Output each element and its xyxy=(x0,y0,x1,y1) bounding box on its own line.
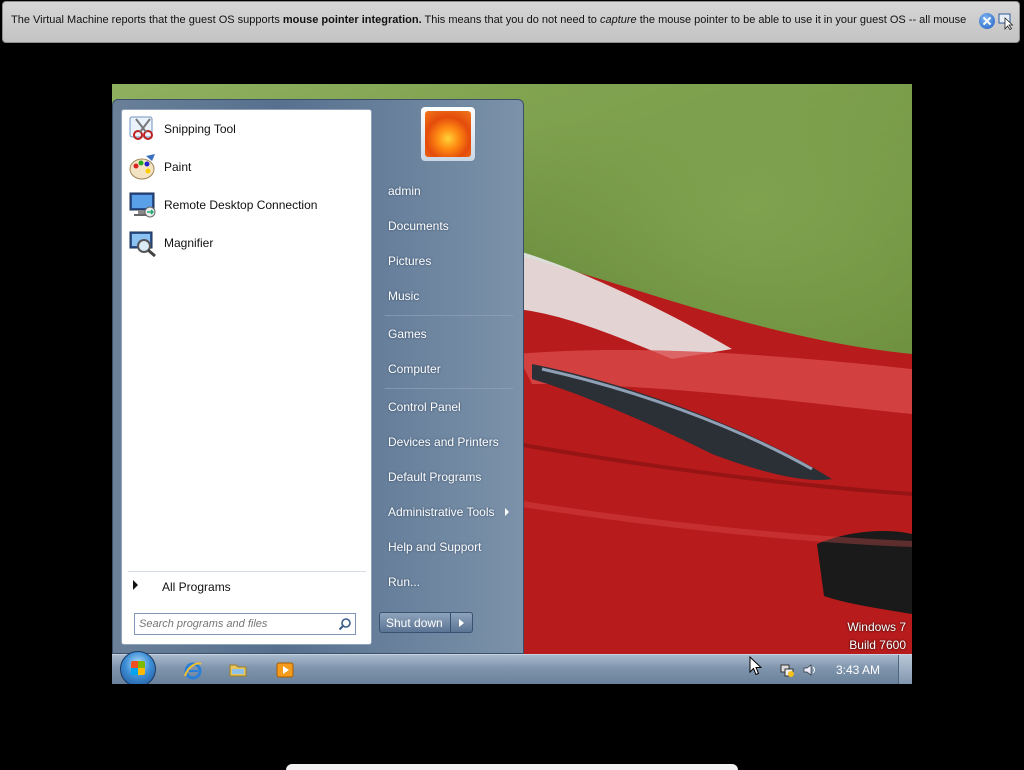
program-snipping-tool[interactable]: Snipping Tool xyxy=(126,112,366,146)
vm-notification-bar: The Virtual Machine reports that the gue… xyxy=(2,1,1020,43)
start-button[interactable] xyxy=(120,651,156,684)
menu-item-control-panel[interactable]: Control Panel xyxy=(381,394,511,420)
guest-desktop: Windows 7 Build 7600 Snipping Tool Paint… xyxy=(112,84,912,684)
shutdown-label: Shut down xyxy=(386,616,443,630)
all-programs-button[interactable]: All Programs xyxy=(128,576,366,598)
scroll-edge xyxy=(286,764,738,770)
menu-item-label: Documents xyxy=(388,219,449,233)
network-icon[interactable] xyxy=(779,662,795,678)
taskbar-clock[interactable]: 3:43 AM xyxy=(836,663,880,677)
separator xyxy=(128,571,366,572)
folder-icon[interactable] xyxy=(228,660,248,680)
menu-item-label: Default Programs xyxy=(388,470,482,484)
search-box[interactable] xyxy=(134,613,356,635)
program-label: Paint xyxy=(164,160,192,174)
mouse-cursor-icon xyxy=(749,656,763,676)
flower-avatar-icon xyxy=(425,111,471,157)
menu-item-default-programs[interactable]: Default Programs xyxy=(381,464,511,490)
search-icon[interactable] xyxy=(338,617,352,631)
menu-item-devices-printers[interactable]: Devices and Printers xyxy=(381,429,511,455)
all-programs-label: All Programs xyxy=(162,580,231,594)
scissors-icon xyxy=(129,116,153,140)
close-icon[interactable] xyxy=(979,13,995,29)
vm-text-part: The Virtual Machine reports that the gue… xyxy=(11,14,283,26)
start-menu: Snipping Tool Paint Remote Desktop Conne… xyxy=(112,99,524,654)
program-label: Magnifier xyxy=(164,236,214,250)
search-input[interactable] xyxy=(139,616,329,632)
menu-item-label: Run... xyxy=(388,575,421,589)
shutdown-options-button[interactable] xyxy=(451,612,473,633)
magnifier-icon xyxy=(129,231,156,258)
windows-version-watermark: Windows 7 xyxy=(847,620,906,634)
menu-item-label: admin xyxy=(388,184,421,198)
mouse-integration-icon[interactable] xyxy=(998,12,1014,30)
menu-item-label: Pictures xyxy=(388,254,432,268)
windows-build-watermark: Build 7600 xyxy=(849,638,906,652)
volume-icon[interactable] xyxy=(802,662,818,678)
menu-item-label: Devices and Printers xyxy=(388,435,499,449)
menu-item-label: Music xyxy=(388,289,420,303)
menu-item-label: Control Panel xyxy=(388,400,461,414)
program-remote-desktop[interactable]: Remote Desktop Connection xyxy=(126,188,366,222)
shutdown-button[interactable]: Shut down xyxy=(379,612,451,633)
vm-text-part: This means that you do not need to xyxy=(421,14,600,26)
start-menu-programs-pane: Snipping Tool Paint Remote Desktop Conne… xyxy=(121,109,372,645)
menu-item-label: Games xyxy=(388,327,427,341)
user-picture[interactable] xyxy=(420,106,476,162)
menu-item-run[interactable]: Run... xyxy=(381,569,511,595)
menu-item-help-support[interactable]: Help and Support xyxy=(381,534,511,560)
menu-item-label: Help and Support xyxy=(388,540,482,554)
vm-text-part: the mouse pointer to be able to use it i… xyxy=(636,14,967,26)
separator xyxy=(385,315,513,316)
menu-item-pictures[interactable]: Pictures xyxy=(381,248,511,274)
program-paint[interactable]: Paint xyxy=(126,150,366,184)
monitor-icon xyxy=(129,192,156,218)
media-player-icon[interactable] xyxy=(275,660,295,680)
arrow-right-icon xyxy=(133,580,138,590)
internet-explorer-icon[interactable] xyxy=(183,660,203,680)
show-desktop-button[interactable] xyxy=(898,655,912,684)
menu-item-documents[interactable]: Documents xyxy=(381,213,511,239)
vm-text-italic: capture xyxy=(599,14,637,26)
separator xyxy=(385,388,513,389)
menu-item-label: Computer xyxy=(388,362,441,376)
taskbar: 3:43 AM xyxy=(112,651,912,684)
menu-item-games[interactable]: Games xyxy=(381,321,511,347)
submenu-arrow-icon xyxy=(505,508,509,516)
menu-item-administrative-tools[interactable]: Administrative Tools xyxy=(381,499,511,525)
program-magnifier[interactable]: Magnifier xyxy=(126,226,366,260)
vm-notification-text: The Virtual Machine reports that the gue… xyxy=(11,14,971,26)
menu-item-computer[interactable]: Computer xyxy=(381,356,511,382)
menu-item-music[interactable]: Music xyxy=(381,283,511,309)
program-label: Remote Desktop Connection xyxy=(164,198,318,212)
palette-icon xyxy=(129,154,155,180)
menu-item-label: Administrative Tools xyxy=(388,505,495,519)
program-label: Snipping Tool xyxy=(164,122,236,136)
vm-text-bold: mouse pointer integration. xyxy=(282,14,422,26)
menu-item-admin[interactable]: admin xyxy=(381,178,511,204)
